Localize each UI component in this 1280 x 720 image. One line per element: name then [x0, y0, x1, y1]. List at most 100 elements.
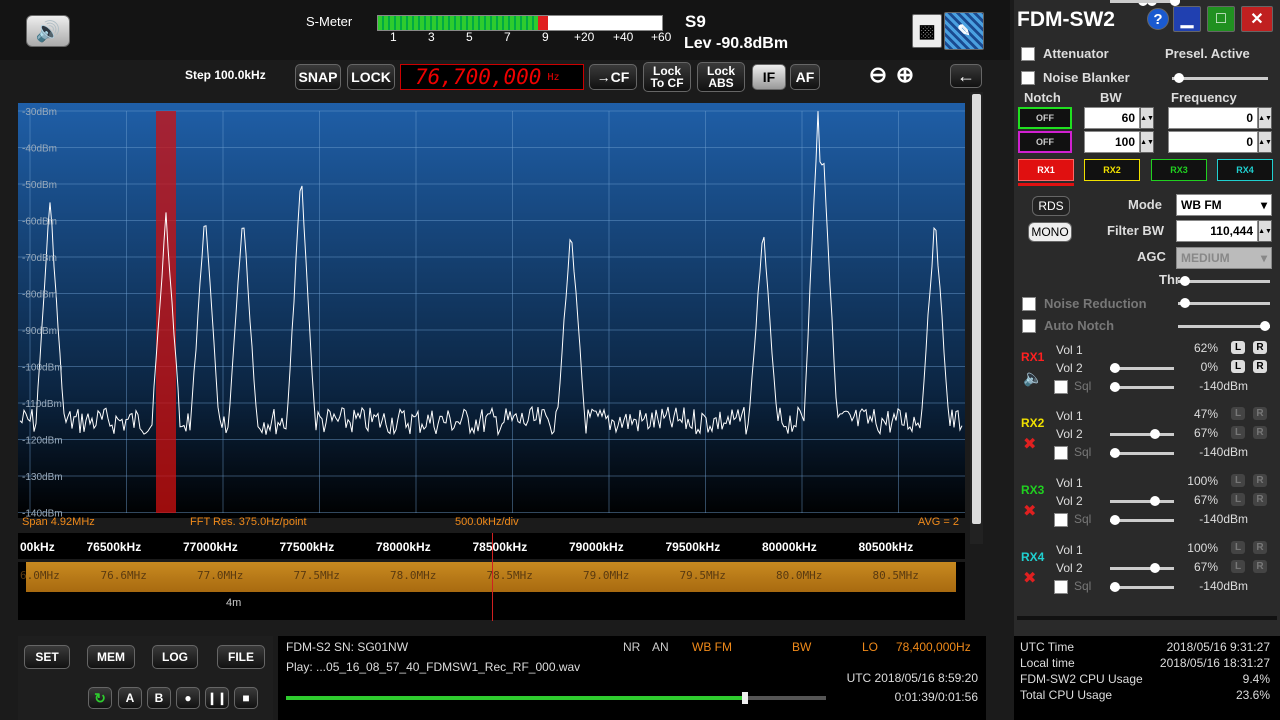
vol1-left-button[interactable]: L — [1231, 341, 1245, 354]
speaker-icon[interactable]: 🔊 — [26, 15, 70, 47]
notch2-freq-field[interactable]: 0 — [1168, 131, 1258, 153]
zoom-out-icon[interactable]: ⊖ — [866, 62, 890, 88]
vol1-right-button[interactable]: R — [1253, 407, 1267, 420]
vol2-left-button[interactable]: L — [1231, 360, 1245, 373]
mute-icon[interactable]: ✖ — [1023, 434, 1036, 454]
mem-button[interactable]: MEM — [87, 645, 135, 669]
vol1-right-button[interactable]: R — [1253, 541, 1267, 554]
vol2-knob[interactable] — [1150, 563, 1160, 573]
mute-icon[interactable]: ✖ — [1023, 568, 1036, 588]
vol2-right-button[interactable]: R — [1253, 560, 1267, 573]
lock-abs-button[interactable]: Lock ABS — [697, 62, 745, 92]
vol2-knob[interactable] — [1110, 363, 1120, 373]
snap-button[interactable]: SNAP — [295, 64, 341, 90]
vol2-right-button[interactable]: R — [1253, 426, 1267, 439]
minimize-icon[interactable]: ▁ — [1173, 6, 1201, 32]
attenuator-checkbox[interactable] — [1021, 47, 1035, 61]
rds-button[interactable]: RDS — [1032, 196, 1070, 216]
vol1-left-button[interactable]: L — [1231, 474, 1245, 487]
af-button[interactable]: AF — [790, 64, 820, 90]
agc-select[interactable]: MEDIUM ▾ — [1176, 247, 1272, 269]
sql-slider[interactable] — [1110, 382, 1174, 392]
mute-icon[interactable]: ✖ — [1023, 501, 1036, 521]
vol2-slider[interactable] — [1110, 563, 1174, 573]
noise-blanker-checkbox[interactable] — [1021, 71, 1035, 85]
recorder-icon[interactable]: ▩ — [912, 14, 942, 48]
vol1-right-button[interactable]: R — [1253, 341, 1267, 354]
speaker-icon[interactable]: 🔈 — [1023, 368, 1043, 388]
vol2-slider[interactable] — [1110, 429, 1174, 439]
sql-slider[interactable] — [1110, 582, 1174, 592]
db-tick-label: -40dBm — [22, 144, 57, 155]
log-button[interactable]: LOG — [152, 645, 198, 669]
noise-blanker-slider[interactable] — [1172, 73, 1268, 83]
sql-slider[interactable] — [1110, 448, 1174, 458]
playback-progress-knob[interactable] — [742, 692, 748, 704]
vol2-knob[interactable] — [1150, 496, 1160, 506]
pause-icon[interactable]: ❙❙ — [205, 687, 229, 709]
vertical-scrollbar[interactable] — [970, 92, 983, 544]
mode-select[interactable]: WB FM ▾ — [1176, 194, 1272, 216]
noise-reduction-checkbox[interactable] — [1022, 297, 1036, 311]
tools-icon[interactable]: ✎ — [944, 12, 984, 50]
frequency-display[interactable]: 76,700,000 Hz — [400, 64, 584, 90]
vol2-knob[interactable] — [1150, 429, 1160, 439]
vol1-left-button[interactable]: L — [1231, 541, 1245, 554]
mono-button[interactable]: MONO — [1028, 222, 1072, 242]
notch2-bw-spinner[interactable]: ▲▼ — [1140, 131, 1154, 153]
vol2-right-button[interactable]: R — [1253, 493, 1267, 506]
if-button[interactable]: IF — [752, 64, 786, 90]
close-icon[interactable]: ✕ — [1241, 6, 1273, 32]
vol2-left-button[interactable]: L — [1231, 560, 1245, 573]
sql-checkbox[interactable] — [1054, 446, 1068, 460]
sql-slider[interactable] — [1110, 515, 1174, 525]
vol1-slider[interactable] — [1110, 0, 1180, 6]
back-arrow-icon[interactable]: ← — [950, 64, 982, 88]
loop-icon[interactable]: ↻ — [88, 687, 112, 709]
sql-checkbox[interactable] — [1054, 580, 1068, 594]
vol2-left-button[interactable]: L — [1231, 493, 1245, 506]
vol1-right-button[interactable]: R — [1253, 474, 1267, 487]
notch2-bw-field[interactable]: 100 — [1084, 131, 1140, 153]
help-icon[interactable]: ? — [1147, 8, 1169, 30]
noise-reduction-slider[interactable] — [1178, 298, 1270, 308]
scrollbar-thumb[interactable] — [972, 94, 981, 524]
file-button[interactable]: FILE — [217, 645, 265, 669]
maximize-icon[interactable]: □ — [1207, 6, 1235, 32]
b-button[interactable]: B — [147, 687, 171, 709]
auto-notch-slider[interactable] — [1178, 321, 1270, 331]
lock-to-cf-button[interactable]: Lock To CF — [643, 62, 691, 92]
tab-rx4[interactable]: RX4 — [1217, 159, 1273, 181]
filter-bw-spinner[interactable]: ▲▼ — [1258, 220, 1272, 242]
notch1-bw-field[interactable]: 60 — [1084, 107, 1140, 129]
vol2-slider[interactable] — [1110, 496, 1174, 506]
a-button[interactable]: A — [118, 687, 142, 709]
vol1-left-button[interactable]: L — [1231, 407, 1245, 420]
vol2-left-button[interactable]: L — [1231, 426, 1245, 439]
tab-rx3[interactable]: RX3 — [1151, 159, 1207, 181]
to-cf-button[interactable]: →CF — [589, 64, 637, 90]
vol2-slider[interactable] — [1110, 363, 1174, 373]
notch1-toggle[interactable]: OFF — [1018, 107, 1072, 129]
filter-bw-field[interactable]: 110,444 — [1176, 220, 1258, 242]
center-marker — [492, 533, 493, 621]
notch2-freq-spinner[interactable]: ▲▼ — [1258, 131, 1272, 153]
auto-notch-checkbox[interactable] — [1022, 319, 1036, 333]
record-icon[interactable]: ● — [176, 687, 200, 709]
tab-rx1[interactable]: RX1 — [1018, 159, 1074, 181]
playback-progress-track[interactable] — [286, 692, 826, 704]
sql-checkbox[interactable] — [1054, 513, 1068, 527]
stop-icon[interactable]: ■ — [234, 687, 258, 709]
set-button[interactable]: SET — [24, 645, 70, 669]
zoom-in-icon[interactable]: ⊕ — [893, 62, 917, 88]
tab-rx2[interactable]: RX2 — [1084, 159, 1140, 181]
notch1-bw-spinner[interactable]: ▲▼ — [1140, 107, 1154, 129]
vol2-right-button[interactable]: R — [1253, 360, 1267, 373]
notch2-toggle[interactable]: OFF — [1018, 131, 1072, 153]
notch1-freq-spinner[interactable]: ▲▼ — [1258, 107, 1272, 129]
notch1-freq-field[interactable]: 0 — [1168, 107, 1258, 129]
sql-checkbox[interactable] — [1054, 380, 1068, 394]
thr-slider[interactable] — [1178, 276, 1270, 286]
spectrum-display[interactable]: -30dBm -40dBm -50dBm -60dBm -70dBm -80dBm -90d… — [18, 103, 965, 518]
lock-button[interactable]: LOCK — [347, 64, 395, 90]
